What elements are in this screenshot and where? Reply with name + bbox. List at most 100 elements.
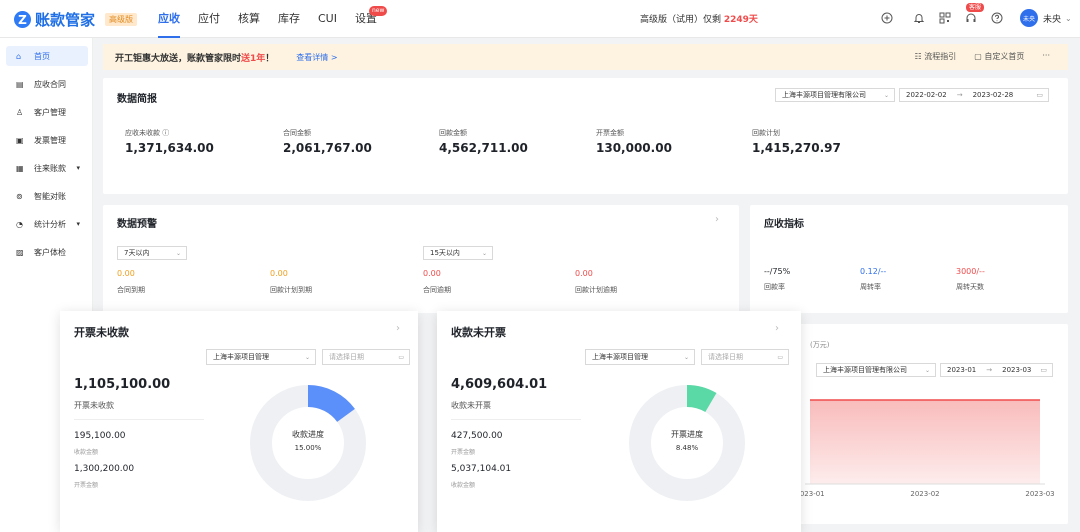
nav-tab-payable[interactable]: 应付 [198, 0, 220, 38]
chevron-right-icon[interactable]: › [775, 323, 779, 334]
sidebar-item-home[interactable]: ⌂ 首页 [6, 46, 88, 66]
guide-button[interactable]: ☷ 流程指引 [915, 51, 957, 62]
indicator-label: 回款率 [764, 283, 785, 291]
sidebar-item-accounts[interactable]: ▦ 往来账款 ▾ [6, 158, 88, 178]
more-icon[interactable]: ··· [1042, 51, 1050, 62]
sidebar-item-label: 往来账款 [34, 163, 66, 173]
x-tick-label: 2023-02 [910, 490, 939, 498]
indicator-value: --/75% [764, 267, 791, 276]
calendar-icon: ▭ [1040, 366, 1047, 374]
nav-tab-inventory[interactable]: 库存 [278, 0, 300, 38]
nav-tab-settings[interactable]: 设置 new [355, 0, 388, 38]
trial-status[interactable]: 高级版（试用）仅剩 2249天 [640, 12, 758, 25]
metric-value: 1,371,634.00 [125, 141, 214, 155]
sidebar-item-stats[interactable]: ◔ 统计分析 ▾ [6, 214, 88, 234]
nav-tab-receivable[interactable]: 应收 [158, 0, 180, 38]
date-range-picker[interactable]: 2022-02-02 → 2023-02-28 ▭ [899, 88, 1049, 102]
warning-label: 合同到期 [117, 286, 145, 294]
banner-title: 开工钜惠大放送，账款管家限时送1年！ [115, 53, 275, 64]
row-label: 收款金额 [74, 449, 99, 456]
trial-days: 2249天 [723, 15, 758, 25]
chevron-down-icon: ⌄ [175, 249, 181, 257]
summary-card: 数据简报 上海丰源项目管理有限公司 ⌄ 2022-02-02 → 2023-02-28… [103, 78, 1068, 194]
row-value: 427,500.00 [451, 431, 503, 441]
chevron-down-icon: ⌄ [481, 249, 487, 257]
sidebar-item-invoices[interactable]: ▣ 发票管理 [6, 130, 88, 150]
chevron-right-icon[interactable]: › [396, 323, 400, 334]
sidebar-item-label: 发票管理 [34, 135, 66, 145]
company-select[interactable]: 上海丰源项目管理有限公司 ⌄ [775, 88, 895, 102]
panel-total: 4,609,604.01 [451, 377, 548, 392]
row-label: 开票金额 [74, 482, 99, 489]
chevron-down-icon[interactable]: ⌄ [1065, 14, 1072, 23]
company-select[interactable]: 上海丰源项目管理 ⌄ [206, 349, 316, 365]
logo-icon: Z [14, 11, 31, 28]
contract-icon: ▤ [16, 79, 24, 89]
banner-link[interactable]: 查看详情 > [296, 52, 337, 63]
home-icon: ⌂ [16, 51, 22, 61]
indicators-title: 应收指标 [764, 219, 804, 230]
bell-icon[interactable] [910, 9, 928, 27]
metric-label: 应收未收款 ⓘ [125, 129, 170, 137]
plus-circle-icon[interactable] [878, 9, 896, 27]
row-label: 收款金额 [451, 482, 476, 489]
date-picker[interactable]: 请选择日期 ▭ [322, 349, 410, 365]
invoiced-unpaid-panel: 开票未收款 › 上海丰源项目管理 ⌄ 请选择日期 ▭ 1,105,100.00 开票… [60, 311, 418, 532]
avatar[interactable]: 未央 [1020, 9, 1038, 27]
row-label: 开票金额 [451, 449, 476, 456]
reconcile-icon: ⊚ [16, 191, 23, 201]
stats-icon: ◔ [16, 219, 23, 229]
nav-tab-accounting[interactable]: 核算 [238, 0, 260, 38]
warning-label: 回款计划到期 [270, 286, 312, 294]
indicator-value: 3000/-- [956, 267, 985, 276]
nav-tab-cui[interactable]: CUI [318, 0, 337, 38]
sidebar-item-contracts[interactable]: ▤ 应收合同 [6, 74, 88, 94]
warning-value: 0.00 [575, 269, 593, 278]
top-bar: Z 账款管家 高级版 应收 应付 核算 库存 CUI 设置 new 高级版（试用… [0, 0, 1080, 38]
sidebar-item-label: 首页 [34, 51, 50, 61]
warning-label: 合同逾期 [423, 286, 451, 294]
qrcode-icon[interactable] [936, 9, 954, 27]
trend-range-picker[interactable]: 2023-01 → 2023-03 ▭ [940, 363, 1053, 377]
sidebar-item-reconcile[interactable]: ⊚ 智能对账 [6, 186, 88, 206]
user-name[interactable]: 未央 [1043, 12, 1061, 25]
company-select[interactable]: 上海丰源项目管理 ⌄ [585, 349, 695, 365]
chevron-down-icon: ▾ [76, 164, 80, 172]
warning-period-select[interactable]: 7天以内 ⌄ [117, 246, 187, 260]
top-actions: 客服 未央 未央 ⌄ [878, 3, 1072, 27]
calendar-icon: ▭ [398, 353, 404, 361]
chevron-right-icon[interactable]: › [715, 214, 719, 225]
panel-total: 1,105,100.00 [74, 377, 171, 392]
trend-unit: (万元) [810, 341, 830, 349]
account-icon: ▦ [16, 163, 24, 173]
divider [74, 419, 204, 420]
trend-area [810, 400, 1040, 484]
banner-actions: ☷ 流程指引 ▢ 自定义首页 ··· [915, 51, 1050, 62]
chevron-down-icon: ⌄ [883, 91, 889, 99]
panel-total-label: 收款未开票 [451, 401, 491, 410]
chevron-down-icon: ⌄ [683, 353, 689, 361]
panel-total-label: 开票未收款 [74, 401, 114, 410]
warning-value: 0.00 [423, 269, 441, 278]
date-picker[interactable]: 请选择日期 ▭ [701, 349, 789, 365]
donut-label: 收款进度 [292, 430, 324, 439]
headset-icon[interactable]: 客服 [962, 3, 985, 27]
overdue-period-select[interactable]: 15天以内 ⌄ [423, 246, 493, 260]
indicator-label: 周转率 [860, 283, 881, 291]
help-icon[interactable] [988, 9, 1006, 27]
donut-label: 开票进度 [671, 430, 703, 439]
metric-label: 回款计划 [752, 129, 780, 137]
edition-badge: 高级版 [105, 13, 138, 26]
sidebar-item-checkup[interactable]: ▨ 客户体检 [6, 242, 88, 262]
donut-percent: 15.00% [294, 444, 322, 452]
customize-home-button[interactable]: ▢ 自定义首页 [974, 51, 1024, 62]
app-logo[interactable]: Z 账款管家 高级版 [14, 9, 138, 30]
indicator-value: 0.12/-- [860, 267, 887, 276]
x-tick-label: 2023-03 [1025, 490, 1054, 498]
trend-company-select[interactable]: 上海丰源项目管理有限公司 ⌄ [816, 363, 936, 377]
donut-track [629, 385, 745, 501]
customer-icon: ♙ [16, 107, 24, 117]
checkup-icon: ▨ [16, 247, 24, 257]
sidebar-item-customers[interactable]: ♙ 客户管理 [6, 102, 88, 122]
sidebar-item-label: 应收合同 [34, 79, 66, 89]
